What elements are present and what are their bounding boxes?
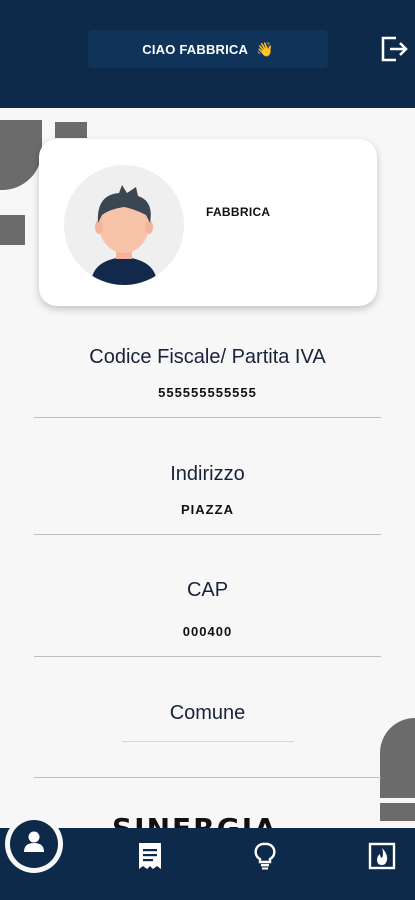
greeting-banner: CIAO FABBRICA 👋 [88,30,328,68]
field-codice-fiscale: Codice Fiscale/ Partita IVA 555555555555 [34,346,381,418]
background-decoration [380,718,415,798]
receipt-icon [135,841,165,876]
background-decoration [0,215,25,245]
field-value: 000400 [182,624,233,639]
background-decoration [55,122,87,138]
waving-hand-icon: 👋 [256,40,274,57]
field-value: 555555555555 [158,385,257,400]
background-decoration [0,120,42,190]
app-header: CIAO FABBRICA 👋 [0,0,415,108]
nav-documents[interactable] [134,842,166,874]
greeting-text: CIAO FABBRICA [142,41,249,57]
nav-energy[interactable] [366,842,398,874]
field-indirizzo: Indirizzo PIAZZA [34,463,381,535]
field-label: Codice Fiscale/ Partita IVA [89,346,326,368]
bottom-navigation [0,828,415,900]
lightbulb-icon [250,841,280,876]
field-label: CAP [186,579,229,601]
profile-name: FABBRICA [206,205,271,219]
nav-ideas[interactable] [249,842,281,874]
field-value: PIAZZA [181,502,234,517]
fire-icon [367,841,397,876]
profile-icon [21,829,47,860]
user-avatar [64,165,184,285]
background-decoration [380,803,415,821]
nav-profile[interactable] [10,820,58,868]
field-label: Comune [169,702,246,724]
profile-card: FABBRICA [39,139,377,306]
empty-value-line [121,741,294,742]
logout-icon[interactable] [379,34,409,64]
field-comune: Comune [34,702,381,778]
field-cap: CAP 000400 [34,579,381,657]
field-label: Indirizzo [170,463,245,485]
